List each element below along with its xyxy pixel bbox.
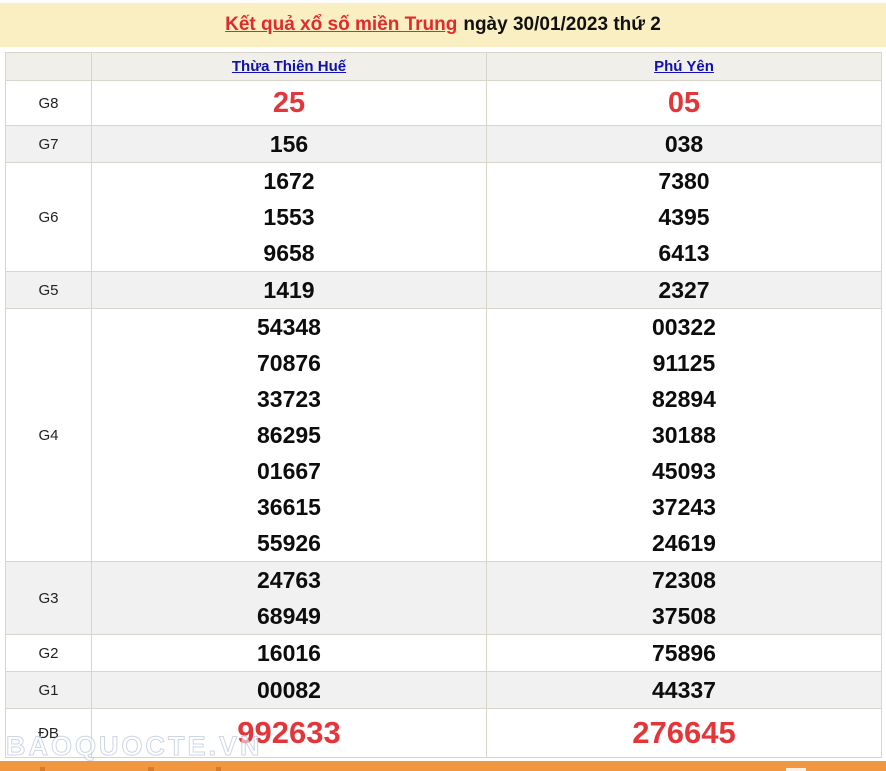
prize-row-g3: G3 24763 68949 72308 37508 [5,561,882,635]
prize-value: 25 [272,87,306,119]
prize-value: 156 [269,131,309,157]
prize-values-hue: 25 [91,80,487,126]
prize-label: G4 [5,308,92,562]
cropped-text-artifact [216,767,221,771]
prize-values-py: 038 [486,125,882,163]
prize-value: 33723 [257,386,321,412]
prize-label: G7 [5,125,92,163]
prize-value: 24763 [257,567,321,593]
prize-values-py: 00322 91125 82894 30188 45093 37243 2461… [486,308,882,562]
prize-value: 36615 [257,494,321,520]
prize-values-py: 7380 4395 6413 [486,162,882,272]
title-link[interactable]: Kết quả xổ số miền Trung [225,14,457,35]
prize-values-hue: 992633 [91,708,487,758]
prize-label: G6 [5,162,92,272]
prize-row-g1: G1 00082 44337 [5,671,882,709]
prize-values-hue: 54348 70876 33723 86295 01667 36615 5592… [91,308,487,562]
prize-values-hue: 156 [91,125,487,163]
prize-values-hue: 16016 [91,634,487,672]
prize-label: G5 [5,271,92,309]
prize-values-hue: 24763 68949 [91,561,487,635]
prize-label: G8 [5,80,92,126]
page-title: Kết quả xổ số miền Trung ngày 30/01/2023 … [225,14,661,36]
cropped-text-artifact [148,767,154,771]
title-date: ngày 30/01/2023 thứ 2 [463,14,661,35]
header-row: Thừa Thiên Huế Phú Yên [5,52,882,81]
prize-values-hue: 1672 1553 9658 [91,162,487,272]
prize-values-py: 276645 [486,708,882,758]
prize-row-db: ĐB 992633 276645 [5,708,882,758]
prize-value: 55926 [257,530,321,556]
prize-value: 37243 [652,494,716,520]
lottery-results-table: Thừa Thiên Huế Phú Yên G8 25 05 G7 156 0… [5,52,882,758]
prize-value: 16016 [257,640,321,666]
prize-values-hue: 00082 [91,671,487,709]
prize-value: 30188 [652,422,716,448]
prize-value: 91125 [652,350,716,376]
prize-values-hue: 1419 [91,271,487,309]
prize-value: 54348 [257,314,321,340]
prize-value: 6413 [658,240,710,266]
prize-values-py: 72308 37508 [486,561,882,635]
prize-value: 24619 [652,530,716,556]
prize-value: 05 [667,87,701,119]
prize-value: 37508 [652,603,716,629]
prize-value: 01667 [257,458,321,484]
prize-row-g8: G8 25 05 [5,80,882,126]
column-link-phu-yen[interactable]: Phú Yên [654,58,714,75]
prize-label: ĐB [5,708,92,758]
prize-value: 68949 [257,603,321,629]
prize-label: G2 [5,634,92,672]
prize-value: 82894 [652,386,716,412]
prize-value: 9658 [263,240,315,266]
prize-value: 038 [664,131,704,157]
prize-values-py: 75896 [486,634,882,672]
prize-value: 00322 [652,314,716,340]
cropped-text-artifact [40,767,45,771]
prize-values-py: 2327 [486,271,882,309]
prize-values-py: 05 [486,80,882,126]
prize-value: 75896 [652,640,716,666]
prize-value: 45093 [652,458,716,484]
prize-value: 2327 [658,277,710,303]
prize-label: G1 [5,671,92,709]
prize-value: 4395 [658,204,710,230]
prize-row-g5: G5 1419 2327 [5,271,882,309]
prize-value: 1553 [263,204,315,230]
column-link-thua-thien-hue[interactable]: Thừa Thiên Huế [232,58,346,75]
header-empty-cell [5,52,92,81]
prize-value: 1419 [263,277,315,303]
prize-row-g4: G4 54348 70876 33723 86295 01667 36615 5… [5,308,882,562]
prize-value: 7380 [658,168,710,194]
prize-label: G3 [5,561,92,635]
prize-row-g2: G2 16016 75896 [5,634,882,672]
prize-row-g7: G7 156 038 [5,125,882,163]
prize-value: 44337 [652,677,716,703]
prize-value: 1672 [263,168,315,194]
prize-value: 00082 [257,677,321,703]
title-band: Kết quả xổ số miền Trung ngày 30/01/2023 … [0,3,886,47]
prize-value: 992633 [237,715,341,750]
bottom-orange-bar [0,761,886,771]
prize-value: 276645 [632,715,736,750]
prize-value: 70876 [257,350,321,376]
header-phu-yen: Phú Yên [486,52,882,81]
prize-value: 72308 [652,567,716,593]
prize-row-g6: G6 1672 1553 9658 7380 4395 6413 [5,162,882,272]
prize-values-py: 44337 [486,671,882,709]
prize-value: 86295 [257,422,321,448]
header-thua-thien-hue: Thừa Thiên Huế [91,52,487,81]
